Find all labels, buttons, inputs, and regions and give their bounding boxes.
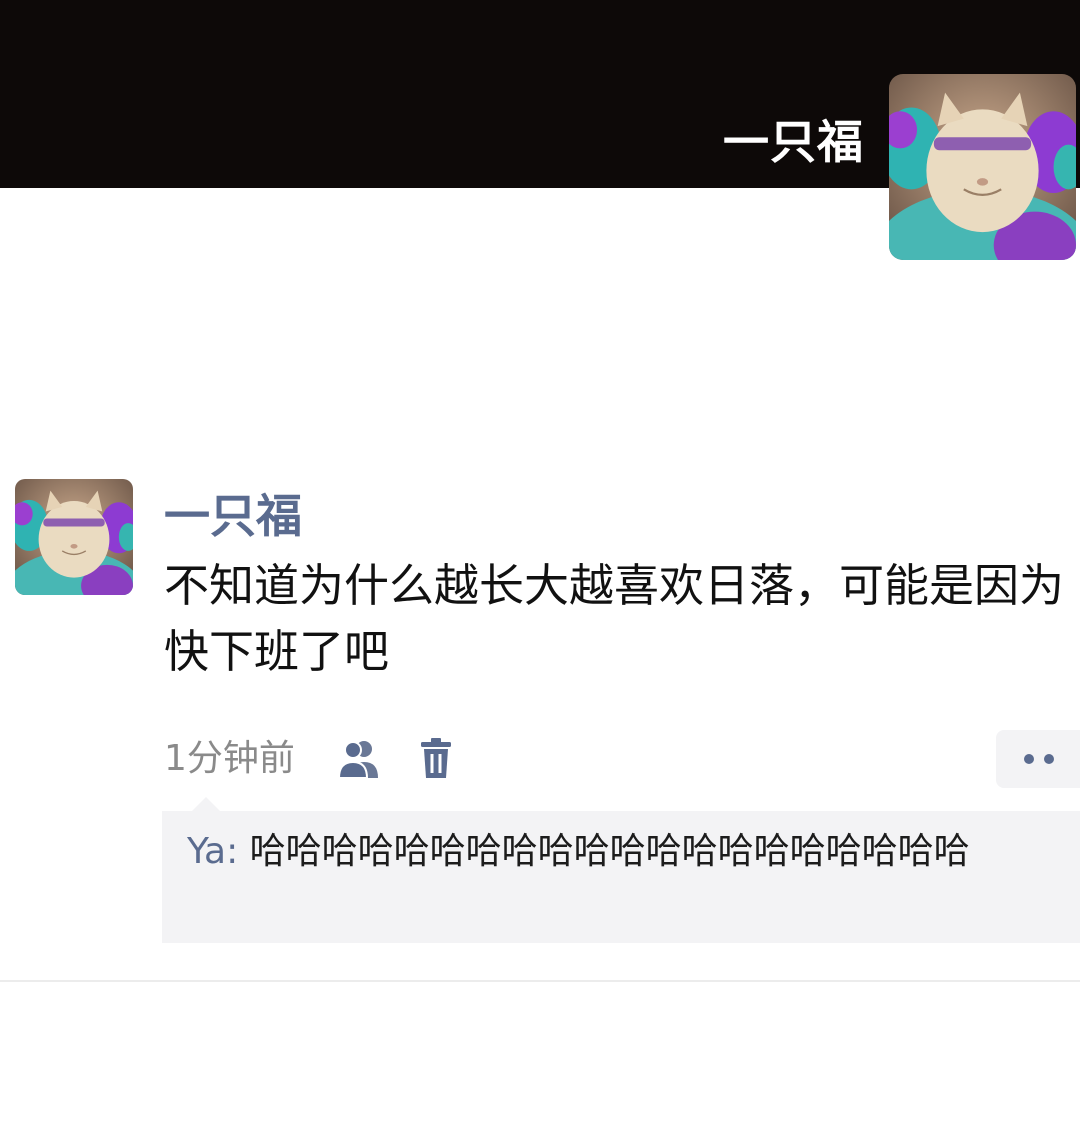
cover-avatar[interactable] <box>889 74 1076 260</box>
cover-username[interactable]: 一只福 <box>723 112 864 172</box>
comment-item[interactable]: Ya: 哈哈哈哈哈哈哈哈哈哈哈哈哈哈哈哈哈哈哈哈 <box>187 825 1077 879</box>
post-timestamp: 1分钟前 <box>164 738 295 779</box>
friends-icon[interactable] <box>337 738 387 780</box>
more-dots-icon[interactable] <box>996 730 1080 788</box>
comment-content: 哈哈哈哈哈哈哈哈哈哈哈哈哈哈哈哈哈哈哈哈 <box>249 831 970 872</box>
trash-icon[interactable] <box>419 738 453 780</box>
more-dot <box>1044 754 1054 764</box>
moments-page: 一只福 一只福 不知道为什么越长大越喜欢日落，可能是因为快下班了吧 1分钟前 Y… <box>0 0 1080 1130</box>
comment-section: Ya: 哈哈哈哈哈哈哈哈哈哈哈哈哈哈哈哈哈哈哈哈 <box>162 797 1080 943</box>
post-avatar[interactable] <box>15 479 133 595</box>
post-meta-row: 1分钟前 <box>164 730 1080 790</box>
post-username[interactable]: 一只福 <box>164 484 302 548</box>
post-divider <box>0 980 1080 982</box>
comment-author[interactable]: Ya <box>187 831 226 872</box>
comment-separator: : <box>226 831 250 872</box>
post-content: 不知道为什么越长大越喜欢日落，可能是因为快下班了吧 <box>164 559 1065 678</box>
more-dot <box>1024 754 1034 764</box>
